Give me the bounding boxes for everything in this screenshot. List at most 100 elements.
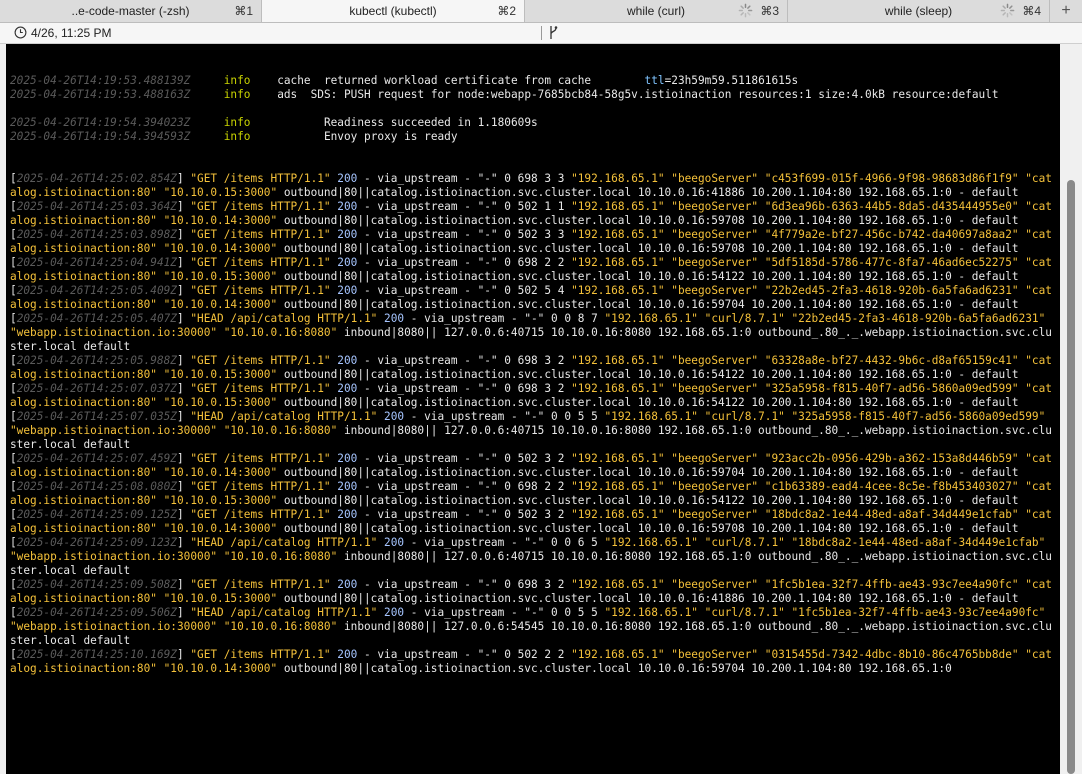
log-timestamp: 2025-04-26T14:25:03.898Z	[16, 228, 177, 241]
bracket: [	[10, 578, 17, 591]
bracket: ]	[176, 354, 191, 367]
tab-while-curl[interactable]: while (curl) ⌘3	[525, 0, 788, 22]
access-log-entry: [2025-04-26T14:25:05.988Z] "GET /items H…	[10, 354, 1056, 382]
log-timestamp: 2025-04-26T14:25:03.364Z	[16, 200, 177, 213]
log-timestamp: 2025-04-26T14:25:07.037Z	[16, 382, 177, 395]
access-log-entry: [2025-04-26T14:25:09.506Z] "HEAD /api/ca…	[10, 606, 1056, 648]
bracket: [	[10, 354, 17, 367]
log-line: 2025-04-26T14:19:54.394023Z info Readine…	[10, 116, 1056, 130]
access-log-entry: [2025-04-26T14:25:09.125Z] "GET /items H…	[10, 508, 1056, 536]
request-line: "HEAD /api/catalog HTTP/1.1"	[190, 606, 378, 619]
log-level: info	[223, 130, 251, 143]
status-code: 200	[384, 410, 405, 423]
log-ttl-value: =23h59m59.511861615s	[664, 74, 799, 87]
tab-bar: ..e-code-master (-zsh) ⌘1 kubectl (kubec…	[0, 0, 1082, 23]
route-info: outbound|80||catalog.istioinaction.svc.c…	[277, 186, 1019, 199]
new-tab-button[interactable]: +	[1050, 0, 1082, 22]
terminal-output: 2025-04-26T14:19:53.488139Z info cache r…	[10, 46, 1056, 690]
route-info: outbound|80||catalog.istioinaction.svc.c…	[277, 466, 1019, 479]
log-timestamp: 2025-04-26T14:25:07.459Z	[16, 452, 177, 465]
route-info: outbound|80||catalog.istioinaction.svc.c…	[277, 592, 1019, 605]
upstream-info: - via_upstream - "-" 0 698 3 3	[357, 172, 572, 185]
bracket: [	[10, 536, 17, 549]
upstream-info: - via_upstream - "-" 0 698 2 2	[357, 256, 572, 269]
scrollbar-thumb[interactable]	[1067, 180, 1075, 774]
log-line: 2025-04-26T14:19:53.488139Z info cache r…	[10, 74, 1056, 88]
log-message: Envoy proxy is ready	[323, 130, 458, 143]
access-log-entry: [2025-04-26T14:25:07.035Z] "HEAD /api/ca…	[10, 410, 1056, 452]
request-line: "GET /items HTTP/1.1"	[190, 172, 331, 185]
bracket: [	[10, 172, 17, 185]
access-log-entry: [2025-04-26T14:25:03.364Z] "GET /items H…	[10, 200, 1056, 228]
request-line: "GET /items HTTP/1.1"	[190, 284, 331, 297]
bracket: ]	[176, 200, 191, 213]
tab-shortcut: ⌘1	[234, 4, 253, 18]
tab-while-sleep[interactable]: while (sleep) ⌘4	[788, 0, 1050, 22]
status-code: 200	[337, 200, 358, 213]
bracket: ]	[176, 382, 191, 395]
date-time-label: 4/26, 11:25 PM	[31, 26, 112, 40]
tab-zsh[interactable]: ..e-code-master (-zsh) ⌘1	[0, 0, 262, 22]
status-code: 200	[337, 578, 358, 591]
status-code: 200	[337, 480, 358, 493]
upstream-info: - via_upstream - "-" 0 0 8 7	[404, 312, 605, 325]
upstream-info: - via_upstream - "-" 0 502 2 2	[357, 648, 572, 661]
request-line: "GET /items HTTP/1.1"	[190, 382, 331, 395]
log-scope: ads	[277, 88, 298, 101]
bracket: [	[10, 256, 17, 269]
request-line: "HEAD /api/catalog HTTP/1.1"	[190, 410, 378, 423]
clock-icon	[14, 26, 27, 39]
window-frame-left	[0, 44, 6, 774]
bracket: ]	[176, 172, 191, 185]
tab-title: kubectl (kubectl)	[349, 4, 437, 18]
log-timestamp: 2025-04-26T14:25:05.409Z	[16, 284, 177, 297]
log-timestamp: 2025-04-26T14:19:54.394593Z	[10, 130, 191, 143]
spinner-icon	[738, 3, 753, 18]
bracket: [	[10, 312, 17, 325]
log-level: info	[223, 88, 251, 101]
bracket: ]	[176, 480, 191, 493]
log-timestamp: 2025-04-26T14:25:08.080Z	[16, 480, 177, 493]
bracket: [	[10, 284, 17, 297]
route-info: outbound|80||catalog.istioinaction.svc.c…	[277, 522, 1019, 535]
request-line: "GET /items HTTP/1.1"	[190, 578, 331, 591]
bracket: [	[10, 228, 17, 241]
bracket: ]	[176, 508, 191, 521]
bracket: [	[10, 480, 17, 493]
upstream-info: - via_upstream - "-" 0 0 6 5	[404, 536, 605, 549]
route-info: outbound|80||catalog.istioinaction.svc.c…	[277, 242, 1019, 255]
status-info-bar: 4/26, 11:25 PM	[0, 23, 1082, 44]
spinner-icon	[1000, 3, 1015, 18]
access-log-entry: [2025-04-26T14:25:04.941Z] "GET /items H…	[10, 256, 1056, 284]
upstream-info: - via_upstream - "-" 0 698 3 2	[357, 578, 572, 591]
bracket: ]	[176, 228, 191, 241]
log-timestamp: 2025-04-26T14:25:07.035Z	[16, 410, 177, 423]
log-level: info	[223, 74, 251, 87]
request-line: "GET /items HTTP/1.1"	[190, 200, 331, 213]
request-line: "GET /items HTTP/1.1"	[190, 508, 331, 521]
route-info: outbound|80||catalog.istioinaction.svc.c…	[277, 494, 1019, 507]
log-message: Readiness succeeded in 1.180609s	[323, 116, 538, 129]
tab-kubectl[interactable]: kubectl (kubectl) ⌘2	[262, 0, 525, 22]
upstream-info: - via_upstream - "-" 0 0 5 5	[404, 410, 605, 423]
status-code: 200	[337, 648, 358, 661]
bracket: [	[10, 606, 17, 619]
upstream-info: - via_upstream - "-" 0 502 5 4	[357, 284, 572, 297]
bracket: ]	[176, 410, 191, 423]
log-message: returned workload certificate from cache	[323, 74, 645, 87]
log-timestamp: 2025-04-26T14:25:09.123Z	[16, 536, 177, 549]
log-timestamp: 2025-04-26T14:25:05.988Z	[16, 354, 177, 367]
bracket: ]	[176, 284, 191, 297]
upstream-info: - via_upstream - "-" 0 502 3 3	[357, 228, 572, 241]
route-info: outbound|80||catalog.istioinaction.svc.c…	[277, 662, 952, 675]
access-log-entry: [2025-04-26T14:25:07.459Z] "GET /items H…	[10, 452, 1056, 480]
upstream-info: - via_upstream - "-" 0 502 3 2	[357, 452, 572, 465]
upstream-info: - via_upstream - "-" 0 698 2 2	[357, 480, 572, 493]
access-log-entry: [2025-04-26T14:25:05.407Z] "HEAD /api/ca…	[10, 312, 1056, 354]
access-log-entry: [2025-04-26T14:25:07.037Z] "GET /items H…	[10, 382, 1056, 410]
log-level: info	[223, 116, 251, 129]
status-code: 200	[337, 354, 358, 367]
route-info: outbound|80||catalog.istioinaction.svc.c…	[277, 214, 1019, 227]
log-timestamp: 2025-04-26T14:19:53.488139Z	[10, 74, 191, 87]
status-code: 200	[337, 284, 358, 297]
